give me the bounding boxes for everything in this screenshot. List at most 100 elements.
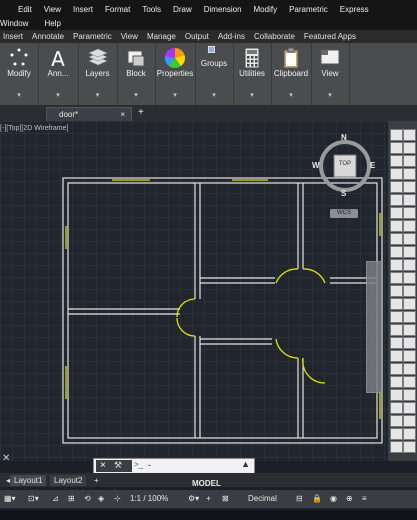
gear-icon[interactable]: ⚙▾ [188,493,199,505]
chevron-down-icon[interactable]: ▾ [271,91,311,99]
tool-icon[interactable] [390,441,403,453]
add-layout-icon[interactable]: + [90,475,103,486]
ribbon-group-utilities[interactable]: Utilities ▾ [233,43,272,105]
chevron-down-icon[interactable]: ▾ [311,91,349,99]
tool-icon[interactable] [403,272,416,284]
tool-icon[interactable] [390,376,403,388]
tool-icon[interactable] [403,376,416,388]
tool-icon[interactable] [390,129,403,141]
tool-icon[interactable] [403,220,416,232]
chevron-down-icon[interactable]: ▾ [0,91,38,99]
tool-icon[interactable] [390,194,403,206]
tool-icon[interactable] [403,324,416,336]
tool-icon[interactable] [390,168,403,180]
menu-dimension[interactable]: Dimension [204,5,242,14]
tool-icon[interactable] [390,142,403,154]
drawing-canvas[interactable]: [-][Top][2D Wireframe] TOP N S E W WCS ✕ [0,121,388,461]
menu-tools[interactable]: Tools [142,5,161,14]
command-line[interactable]: × ⚒ >_ - ▲ [93,458,255,474]
tool-icon[interactable] [403,337,416,349]
ribbon-group-groups[interactable]: Groups ▾ [195,43,234,105]
tab-layout1[interactable]: Layout1 [10,475,47,486]
clean-screen-icon[interactable]: ⊕ [346,493,353,505]
compass-north[interactable]: N [341,133,347,142]
compass-west[interactable]: W [312,161,320,170]
menu-modify[interactable]: Modify [254,5,278,14]
ribbon-group-layers[interactable]: Layers ▾ [78,43,118,105]
tool-icon[interactable] [390,259,403,271]
tool-icon[interactable] [403,246,416,258]
chevron-down-icon[interactable]: ▾ [38,91,78,99]
tool-icon[interactable] [390,285,403,297]
tab-view[interactable]: View [121,32,138,41]
viewcube[interactable]: TOP N S E W WCS [312,133,378,223]
tool-icon[interactable] [403,389,416,401]
command-input[interactable]: - [148,460,151,470]
lock-icon[interactable]: 🔒 [312,493,322,505]
doc-tab-door[interactable]: door* × [46,107,132,122]
tool-icon[interactable] [390,207,403,219]
plus-icon[interactable]: + [206,493,211,505]
menu-help[interactable]: Help [44,19,60,28]
close-icon[interactable]: × [120,108,125,121]
compass-south[interactable]: S [341,189,346,198]
tool-icon[interactable] [390,428,403,440]
chevron-down-icon[interactable]: ▾ [117,91,155,99]
tool-icon[interactable] [403,402,416,414]
navigation-bar[interactable] [366,261,382,393]
tool-icon[interactable] [403,298,416,310]
tool-icon[interactable] [390,181,403,193]
tool-icon[interactable] [403,168,416,180]
tool-icon[interactable] [390,402,403,414]
tool-icon[interactable] [390,415,403,427]
ribbon-group-clipboard[interactable]: Clipboard ▾ [271,43,312,105]
tool-icon[interactable] [390,389,403,401]
tool-icon[interactable] [390,298,403,310]
wrench-icon[interactable]: ⚒ [114,460,122,471]
tool-icon[interactable] [403,155,416,167]
tool-icon[interactable] [403,428,416,440]
tool-icon[interactable] [390,350,403,362]
tool-icon[interactable] [403,311,416,323]
quick-props-icon[interactable]: ⊟ [296,493,303,505]
chevron-down-icon[interactable]: ▾ [155,91,195,99]
tab-manage[interactable]: Manage [147,32,176,41]
tool-icon[interactable] [403,129,416,141]
tool-icon[interactable] [403,441,416,453]
tab-collaborate[interactable]: Collaborate [254,32,295,41]
transparency-icon[interactable]: ◈ [98,493,104,505]
ribbon-group-properties[interactable]: Properties ▾ [155,43,196,105]
selection-icon[interactable]: ⊹ [114,493,121,505]
chevron-down-icon[interactable]: ▾ [195,91,233,99]
tool-icon[interactable] [403,415,416,427]
units-dropdown[interactable]: Decimal [248,493,277,505]
ribbon-group-block[interactable]: Block ▾ [117,43,156,105]
close-icon[interactable]: × [100,460,106,471]
tool-icon[interactable] [390,272,403,284]
tool-icon[interactable] [390,324,403,336]
tool-icon[interactable] [390,246,403,258]
tool-icon[interactable] [390,155,403,167]
isolate-icon[interactable]: ⊠ [222,493,229,505]
tool-icon[interactable] [390,337,403,349]
model-button[interactable]: MODEL [192,478,221,490]
chevron-down-icon[interactable]: ▾ [233,91,271,99]
tab-featured-apps[interactable]: Featured Apps [304,32,356,41]
menu-draw[interactable]: Draw [173,5,192,14]
polar-icon[interactable]: ⊞ [68,493,75,505]
menu-parametric[interactable]: Parametric [289,5,328,14]
tab-output[interactable]: Output [185,32,209,41]
tool-icon[interactable] [403,233,416,245]
tool-icon[interactable] [390,220,403,232]
tab-parametric[interactable]: Parametric [73,32,112,41]
tool-icon[interactable] [390,311,403,323]
add-tab-icon[interactable]: + [138,107,144,118]
tool-icon[interactable] [403,142,416,154]
tab-add-ins[interactable]: Add-ins [218,32,245,41]
tool-icon[interactable] [403,259,416,271]
hardware-accel-icon[interactable]: ◉ [330,493,337,505]
ribbon-group-modify[interactable]: Modify ▾ [0,43,39,105]
menu-view[interactable]: View [44,5,61,14]
snap-status-icon[interactable]: ⊡▾ [28,493,39,505]
tool-icon[interactable] [403,207,416,219]
